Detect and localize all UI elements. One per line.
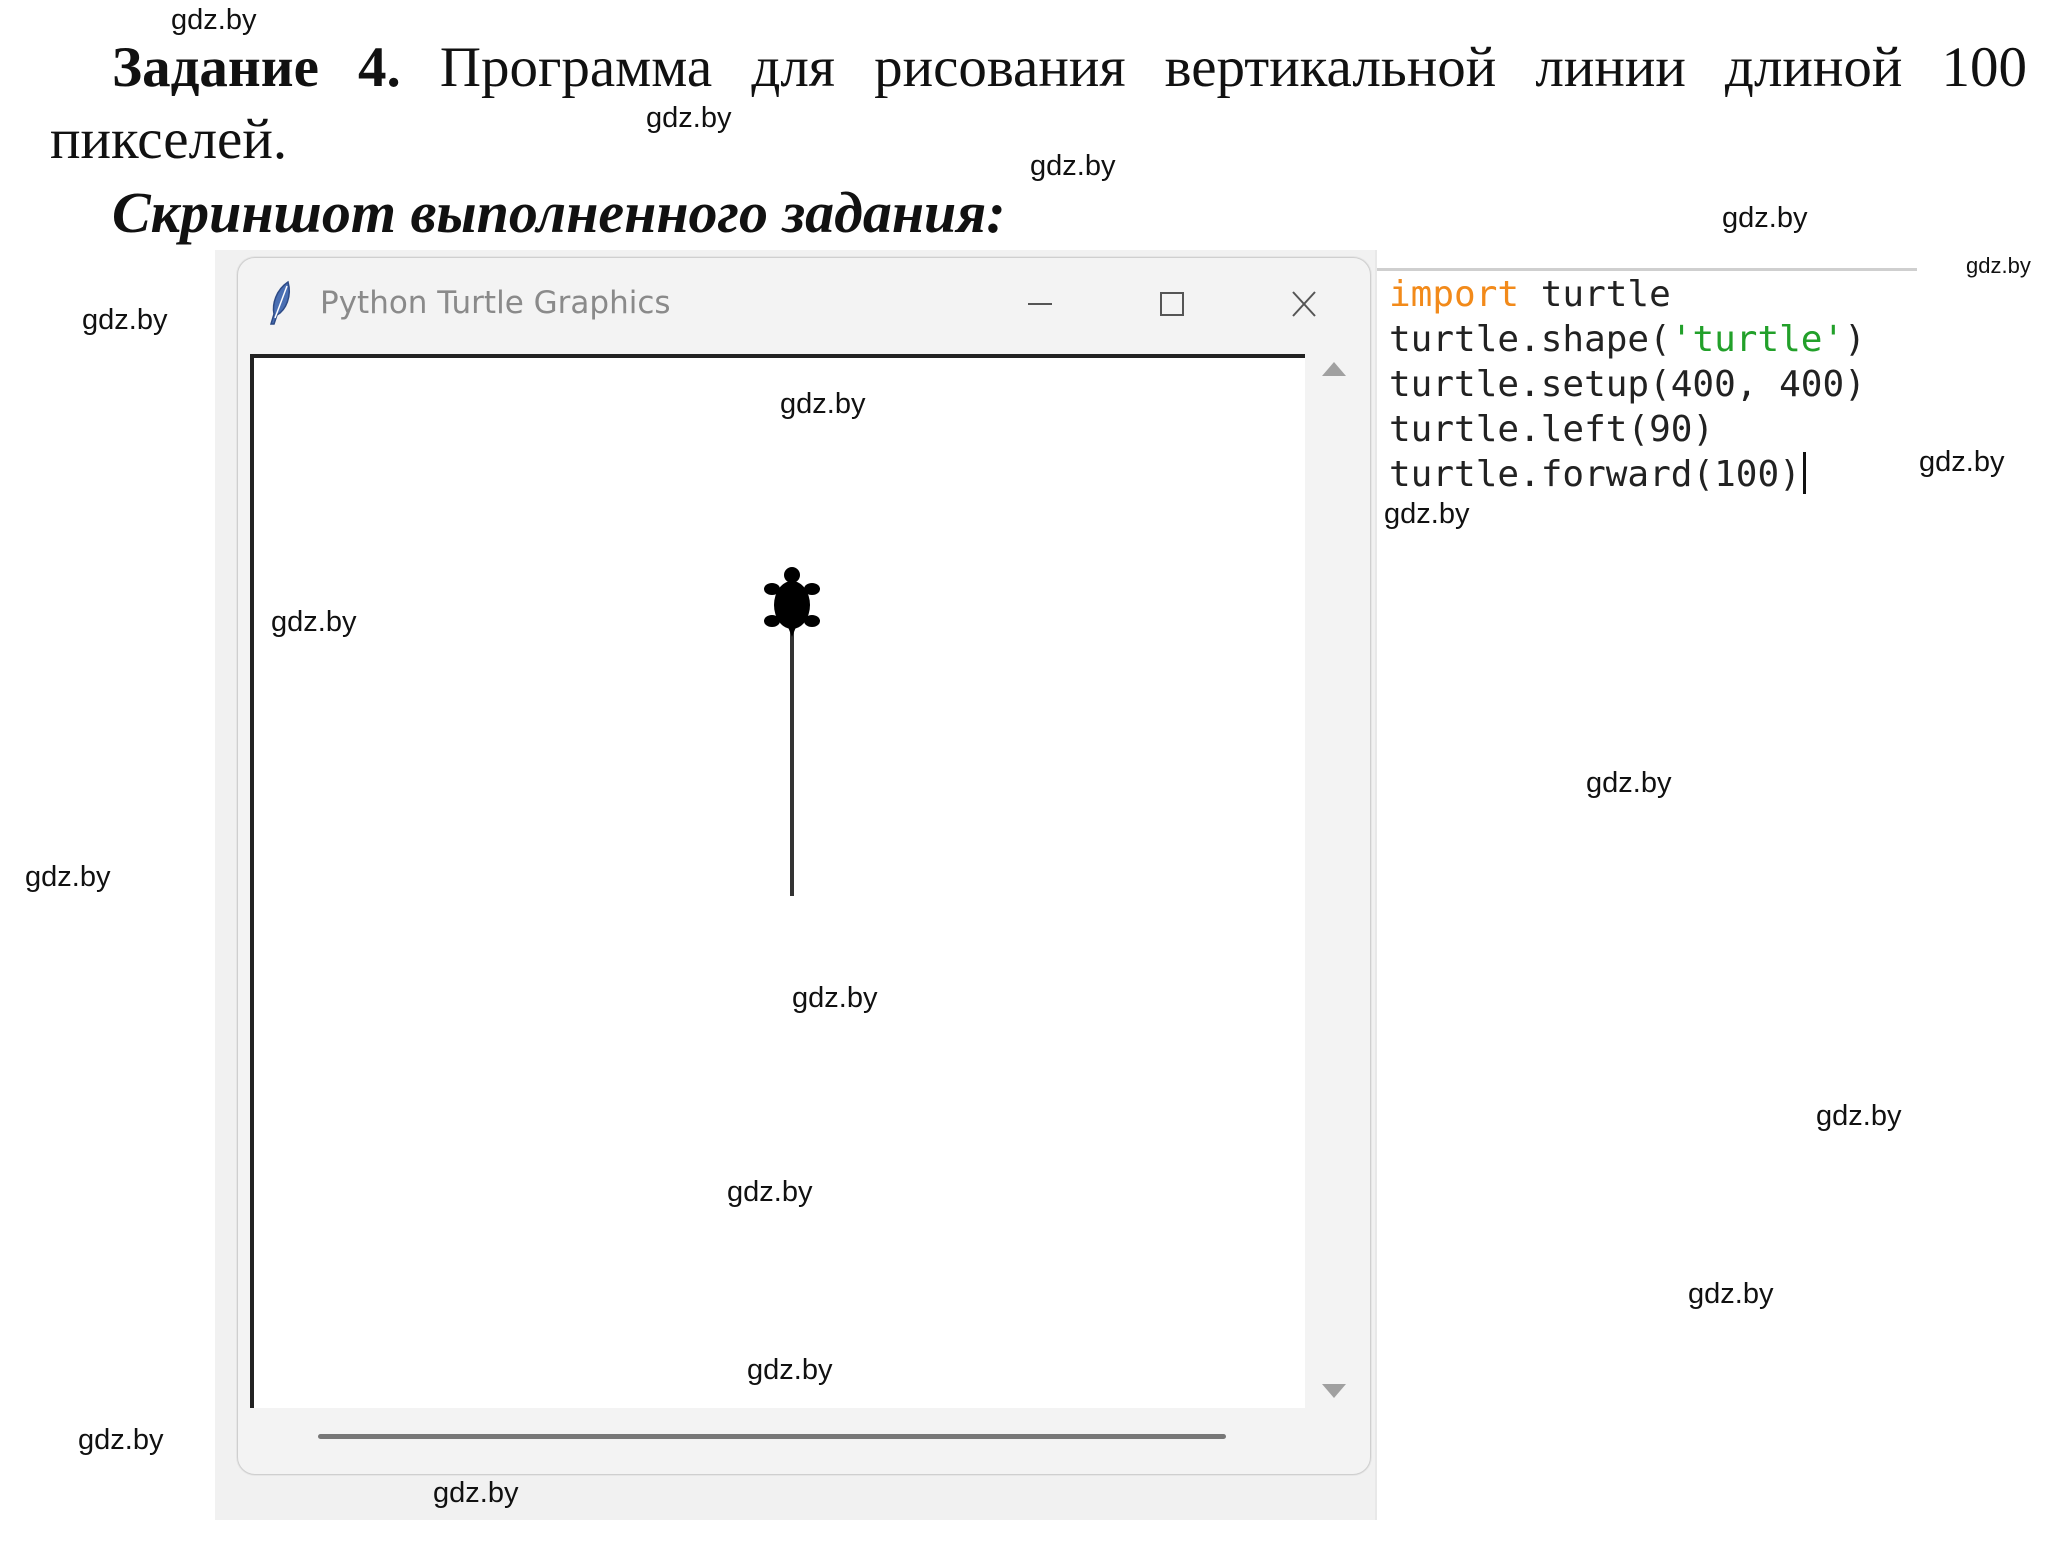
code-line: turtle.shape('turtle') [1389,317,1866,362]
watermark: gdz.by [780,388,866,420]
watermark: gdz.by [1030,150,1116,182]
watermark: gdz.by [271,606,357,638]
watermark: gdz.by [747,1354,833,1386]
watermark: gdz.by [1586,767,1672,799]
window-titlebar[interactable]: Python Turtle Graphics [238,258,1370,348]
window-title: Python Turtle Graphics [320,285,671,321]
watermark: gdz.by [171,4,257,36]
task-heading: Задание 4. Программа для рисования верти… [112,32,2027,104]
scroll-down-icon[interactable] [1322,1384,1346,1398]
screenshot-title: Скриншот выполненного задания: [112,180,1006,245]
text-cursor [1802,452,1806,494]
horizontal-scroll-thumb[interactable] [318,1434,1226,1439]
task-text-continued: пикселей. [50,108,288,171]
watermark: gdz.by [792,982,878,1014]
watermark: gdz.by [1384,498,1470,530]
code-suffix: ) [1844,319,1866,360]
code-rest: turtle [1519,274,1671,315]
feather-icon [269,280,290,325]
watermark: gdz.by [1688,1278,1774,1310]
code-keyword: import [1389,274,1520,315]
watermark: gdz.by [82,304,168,336]
code-text[interactable]: import turtle turtle.shape('turtle') turtl… [1389,272,1866,497]
watermark: gdz.by [1722,202,1808,234]
close-icon[interactable] [1282,284,1326,324]
task-text: Программа для рисования вертикальной лин… [439,36,2027,99]
minimize-icon[interactable] [1018,284,1062,324]
watermark: gdz.by [25,861,111,893]
code-editor[interactable]: import turtle turtle.shape('turtle') turtl… [1375,250,1917,1520]
menu-divider [1377,268,1917,271]
code-string: 'turtle' [1670,319,1845,360]
watermark: gdz.by [78,1424,164,1456]
turtle-canvas [250,354,1305,1408]
code-line: turtle.forward(100) [1389,452,1866,497]
watermark: gdz.by [1966,253,2031,278]
turtle-shape-icon [764,567,820,637]
watermark: gdz.by [1919,446,2005,478]
task-label: Задание 4. [112,36,401,99]
code-prefix: turtle.shape( [1389,319,1671,360]
horizontal-scrollbar[interactable] [250,1414,1305,1462]
watermark: gdz.by [727,1176,813,1208]
code-text-last: turtle.forward(100) [1389,454,1801,495]
watermark: gdz.by [646,102,732,134]
code-line: turtle.setup(400, 400) [1389,364,1866,405]
maximize-icon[interactable] [1150,284,1194,324]
vertical-scrollbar[interactable] [1310,354,1366,1408]
watermark: gdz.by [1816,1100,1902,1132]
watermark: gdz.by [433,1477,519,1509]
code-line: import turtle [1389,272,1866,317]
scroll-up-icon[interactable] [1322,362,1346,376]
turtle-window: Python Turtle Graphics [237,257,1371,1475]
turtle-drawing [764,567,820,896]
code-line: turtle.left(90) [1389,409,1715,450]
